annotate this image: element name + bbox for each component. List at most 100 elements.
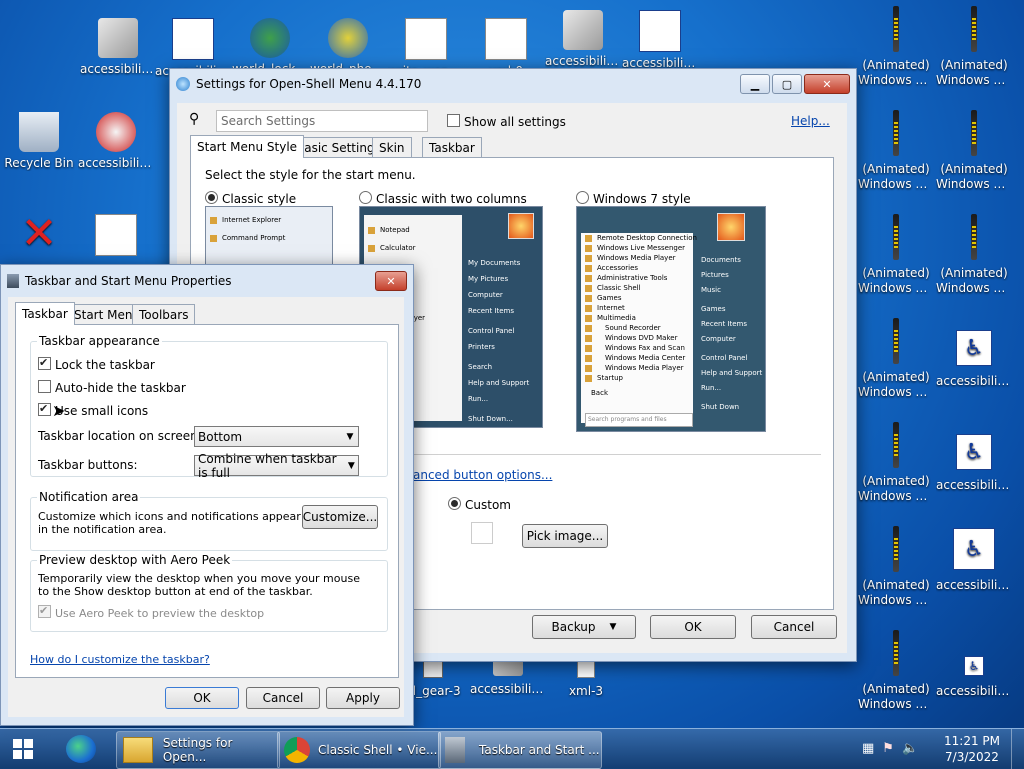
taskbar-appearance-title: Taskbar appearance xyxy=(37,334,162,348)
recycle-bin-icon xyxy=(19,112,59,152)
clock-time: 11:21 PM xyxy=(944,734,1000,748)
win7-search: Search programs and files xyxy=(585,413,693,427)
wheelchair-icon: ♿ xyxy=(964,656,984,676)
desktop-icon-animated-8[interactable]: (Animated) Windows 8.... xyxy=(858,422,934,504)
preview-item: Multimedia xyxy=(581,313,693,323)
dropdown-arrow-icon: ▼ xyxy=(609,622,617,632)
desktop-icon-xml-3[interactable]: xml-3 xyxy=(548,658,624,699)
advanced-button-options-link[interactable]: anced button options... xyxy=(413,468,552,482)
classic-radio[interactable] xyxy=(205,191,218,204)
ok-button[interactable]: OK xyxy=(650,615,736,639)
show-all-settings[interactable]: Show all settings xyxy=(447,114,566,129)
desktop-icon-accessibility-d[interactable]: accessibilit... xyxy=(622,10,698,71)
animated-bar-icon xyxy=(971,214,977,260)
tab-start-menu-style[interactable]: Start Menu Style xyxy=(190,135,305,158)
win7-left-pane: Remote Desktop Connection Windows Live M… xyxy=(581,233,697,423)
tab-toolbars[interactable]: Toolbars xyxy=(132,304,196,325)
tab-skin[interactable]: Skin xyxy=(372,137,412,158)
select-style-label: Select the style for the start menu. xyxy=(205,168,416,182)
taskbar-item-openshell-settings[interactable]: Settings for Open... xyxy=(116,731,280,769)
xml-document-icon xyxy=(485,18,527,60)
show-all-checkbox[interactable] xyxy=(447,114,460,127)
close-button[interactable]: ✕ xyxy=(375,271,407,291)
windows7-preview[interactable]: Remote Desktop Connection Windows Live M… xyxy=(576,206,766,432)
backup-button[interactable]: Backup ▼ xyxy=(532,615,636,639)
preview-item: Pictures xyxy=(701,271,729,279)
search-input[interactable]: Search Settings xyxy=(216,110,428,132)
desktop-icon-animated-9[interactable]: (Animated) Windows 8.... xyxy=(858,526,934,608)
aero-peek-checkbox[interactable] xyxy=(38,605,51,618)
desktop-icon-recycle-bin[interactable]: Recycle Bin xyxy=(1,112,77,171)
autohide-checkbox[interactable] xyxy=(38,380,51,393)
taskbar-props-icon xyxy=(445,737,465,763)
preview-item: My Pictures xyxy=(468,275,509,283)
maximize-button[interactable]: ▢ xyxy=(772,74,802,94)
desktop-icon-accessibility-2[interactable]: ♿accessibility-2 xyxy=(936,528,1012,593)
win7-radio[interactable] xyxy=(576,191,589,204)
taskbar-item-taskbar-properties[interactable]: Taskbar and Start ... xyxy=(438,731,602,769)
desktop-icon-animated-5[interactable]: (Animated) Windows 8.... xyxy=(858,214,934,296)
security-flag-icon[interactable]: ⚑ xyxy=(882,741,894,756)
tab-taskbar[interactable]: Taskbar xyxy=(15,302,75,325)
desktop-icon-accessibility-1[interactable]: ♿accessibility-1 xyxy=(936,656,1012,699)
show-desktop-button[interactable] xyxy=(1011,729,1024,769)
preview-item: Windows Fax and Scan xyxy=(581,343,693,353)
desktop-icon-accessibility-left[interactable]: accessibility... xyxy=(78,112,154,171)
help-link[interactable]: Help... xyxy=(791,114,830,128)
cancel-button[interactable]: Cancel xyxy=(751,615,837,639)
customize-button[interactable]: Customize... xyxy=(302,505,378,529)
two-columns-radio[interactable] xyxy=(359,191,372,204)
radio-custom[interactable]: Custom xyxy=(448,497,511,512)
autohide-option[interactable]: Auto-hide the taskbar xyxy=(38,380,186,395)
start-button[interactable] xyxy=(8,735,38,763)
preview-item: Computer xyxy=(701,335,736,343)
aero-peek-option[interactable]: Use Aero Peek to preview the desktop xyxy=(38,605,264,620)
tab-taskbar[interactable]: Taskbar xyxy=(422,137,482,158)
clock[interactable]: 11:21 PM 7/3/2022 xyxy=(940,733,1004,765)
volume-icon[interactable]: 🔈 xyxy=(902,741,918,756)
ok-button[interactable]: OK xyxy=(165,687,239,709)
windows-logo-icon xyxy=(13,739,33,759)
custom-radio[interactable] xyxy=(448,497,461,510)
close-button[interactable]: ✕ xyxy=(804,74,850,94)
desktop-icon-accessibility-3[interactable]: ♿accessibility-3 xyxy=(936,434,1012,493)
openshell-titlebar[interactable]: Settings for Open-Shell Menu 4.4.170 ▁ ▢… xyxy=(170,69,856,99)
desktop-icon-animated-3[interactable]: (Animated) Windows 8.... xyxy=(858,110,934,192)
preview-item: Run... xyxy=(468,395,489,403)
radio-two-columns[interactable]: Classic with two columns xyxy=(359,191,527,206)
lock-taskbar-option[interactable]: Lock the taskbar xyxy=(38,357,155,372)
lock-taskbar-checkbox[interactable] xyxy=(38,357,51,370)
preview-item: Startup xyxy=(581,373,693,383)
edge-taskbar-icon[interactable] xyxy=(66,735,96,763)
cancel-button[interactable]: Cancel xyxy=(246,687,320,709)
desktop-icon-accessibility-c[interactable]: accessibility... xyxy=(545,10,621,69)
desktop-icon-animated-4[interactable]: (Animated) Windows 8.... xyxy=(936,110,1012,192)
desktop-icon-x[interactable]: ✕ xyxy=(1,212,77,258)
desktop-icon-animated-10[interactable]: (Animated) Windows 8.... xyxy=(858,630,934,712)
taskbar-item-chrome[interactable]: Classic Shell • Vie... xyxy=(277,731,441,769)
apply-button[interactable]: Apply xyxy=(326,687,400,709)
network-icon[interactable]: ▦ xyxy=(862,741,874,756)
pick-image-button[interactable]: Pick image... xyxy=(522,524,608,548)
taskbar-properties-titlebar[interactable]: Taskbar and Start Menu Properties ✕ xyxy=(1,265,413,297)
desktop-icon-animated-1[interactable]: (Animated) Windows 8.... xyxy=(858,6,934,88)
radio-windows7-style[interactable]: Windows 7 style xyxy=(576,191,691,206)
desktop-icon-accessibility-0[interactable]: ♿accessibility-0 xyxy=(936,330,1012,389)
animated-bar-icon xyxy=(893,318,899,364)
preview-item: Control Panel xyxy=(701,354,748,362)
buttons-label: Taskbar buttons: xyxy=(38,458,138,472)
search-icon: ⚲ xyxy=(189,111,200,127)
minimize-button[interactable]: ▁ xyxy=(740,74,770,94)
desktop-icon-accessibility-a[interactable]: accessibility... xyxy=(80,18,156,77)
buttons-select[interactable]: Combine when taskbar is full ▼ xyxy=(194,452,359,480)
desktop-icon-animated-7[interactable]: (Animated) Windows 8.... xyxy=(858,318,934,400)
small-icons-checkbox[interactable] xyxy=(38,403,51,416)
radio-classic-style[interactable]: Classic style xyxy=(205,191,296,206)
location-select[interactable]: Bottom ▼ xyxy=(194,426,359,447)
desktop-icon-animated-2[interactable]: (Animated) Windows 8.... xyxy=(936,6,1012,88)
help-customize-link[interactable]: How do I customize the taskbar? xyxy=(30,653,210,666)
classic-style-preview[interactable]: Internet Explorer Command Prompt xyxy=(205,206,333,268)
desktop-icon-animated-6[interactable]: (Animated) Windows 8.... xyxy=(936,214,1012,296)
desktop-icon-doc[interactable] xyxy=(78,214,154,260)
preview-item: Shut Down... xyxy=(468,415,513,423)
